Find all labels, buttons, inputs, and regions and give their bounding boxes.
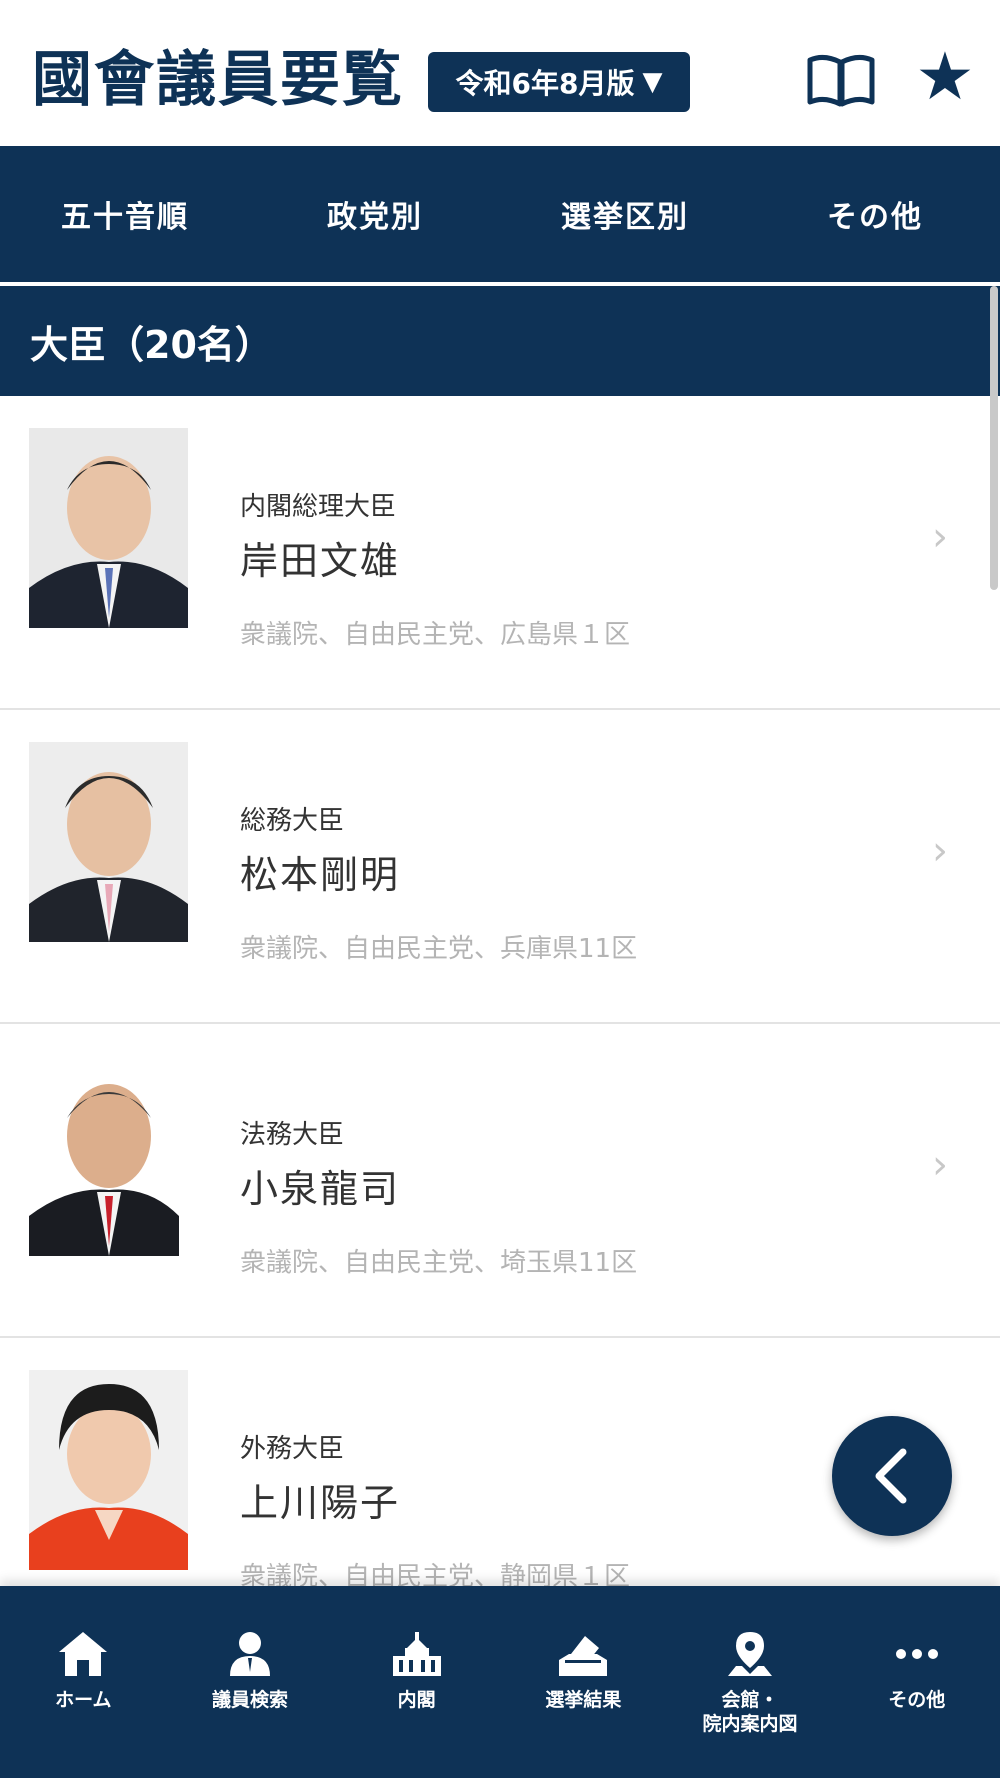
portrait-photo [29, 428, 188, 628]
category-tabs: 五十音順 政党別 選挙区別 その他 [0, 146, 1000, 282]
portrait-photo [29, 742, 188, 942]
chevron-left-icon [875, 1448, 907, 1504]
favorite-star-icon[interactable]: ★ [912, 44, 978, 110]
nav-hall-map[interactable]: 会館・ 院内案内図 [667, 1630, 834, 1778]
minister-details: 衆議院、自由民主党、兵庫県11区 [240, 934, 638, 964]
chevron-right-icon: › [932, 1142, 948, 1188]
nav-search-members[interactable]: 議員検索 [167, 1630, 334, 1778]
caret-down-icon: ▼ [642, 67, 663, 97]
home-icon [59, 1632, 108, 1676]
minister-name: 岸田文雄 [240, 539, 401, 583]
minister-role: 内閣総理大臣 [240, 492, 397, 522]
nav-label-line-2: 院内案内図 [702, 1713, 798, 1735]
minister-role: 総務大臣 [240, 806, 345, 836]
ballot-icon [559, 1636, 608, 1676]
edition-selector[interactable]: 令和6年8月版 ▼ [428, 52, 690, 112]
nav-label: ホーム [55, 1689, 112, 1711]
portrait-photo [29, 1056, 188, 1256]
minister-details: 衆議院、自由民主党、広島県１区 [240, 620, 631, 650]
section-header: 大臣（20名） [0, 286, 1000, 396]
minister-details: 衆議院、自由民主党、静岡県１区 [240, 1562, 631, 1586]
nav-label: その他 [888, 1689, 946, 1711]
minister-list: 内閣総理大臣 岸田文雄 衆議院、自由民主党、広島県１区 › 総務大臣 松本剛明 … [0, 396, 1000, 1586]
nav-home[interactable]: ホーム [0, 1630, 167, 1778]
list-item[interactable]: 総務大臣 松本剛明 衆議院、自由民主党、兵庫県11区 › [0, 710, 1000, 1024]
back-button[interactable] [832, 1416, 952, 1536]
list-item[interactable]: 法務大臣 小泉龍司 衆議院、自由民主党、埼玉県11区 › [0, 1024, 1000, 1338]
map-pin-icon [728, 1632, 773, 1676]
nav-label: 議員検索 [212, 1689, 289, 1711]
person-icon [230, 1632, 270, 1676]
more-icon [895, 1649, 938, 1659]
minister-name: 上川陽子 [240, 1481, 401, 1525]
list-item[interactable]: 内閣総理大臣 岸田文雄 衆議院、自由民主党、広島県１区 › [0, 396, 1000, 710]
building-icon [392, 1632, 441, 1676]
tab-other[interactable]: その他 [750, 146, 1000, 282]
book-icon[interactable] [806, 52, 876, 108]
nav-cabinet[interactable]: 内閣 [333, 1630, 500, 1778]
chevron-right-icon: › [932, 828, 948, 874]
nav-election-results[interactable]: 選挙結果 [500, 1630, 667, 1778]
tab-district[interactable]: 選挙区別 [500, 146, 750, 282]
app-header: 國會議員要覧 令和6年8月版 ▼ ★ [0, 0, 1000, 146]
tab-gojuon[interactable]: 五十音順 [0, 146, 250, 282]
minister-role: 外務大臣 [240, 1434, 345, 1464]
minister-role: 法務大臣 [240, 1120, 345, 1150]
app-title: 國會議員要覧 [32, 45, 404, 115]
nav-label-line-1: 会館・ [721, 1689, 779, 1711]
nav-label: 内閣 [397, 1689, 436, 1711]
edition-label: 令和6年8月版 [455, 67, 635, 100]
chevron-right-icon: › [932, 514, 948, 560]
nav-label: 選挙結果 [545, 1689, 622, 1711]
nav-label: 会館・ 院内案内図 [703, 1688, 798, 1736]
minister-details: 衆議院、自由民主党、埼玉県11区 [240, 1248, 638, 1278]
tab-party[interactable]: 政党別 [250, 146, 500, 282]
minister-name: 小泉龍司 [240, 1167, 401, 1211]
nav-more[interactable]: その他 [833, 1630, 1000, 1778]
portrait-photo [29, 1370, 188, 1570]
bottom-nav: ホーム 議員検索 内閣 選挙結果 会館・ 院内案内図 その他 [0, 1586, 1000, 1778]
minister-name: 松本剛明 [240, 853, 401, 897]
scrollbar[interactable] [990, 286, 998, 590]
